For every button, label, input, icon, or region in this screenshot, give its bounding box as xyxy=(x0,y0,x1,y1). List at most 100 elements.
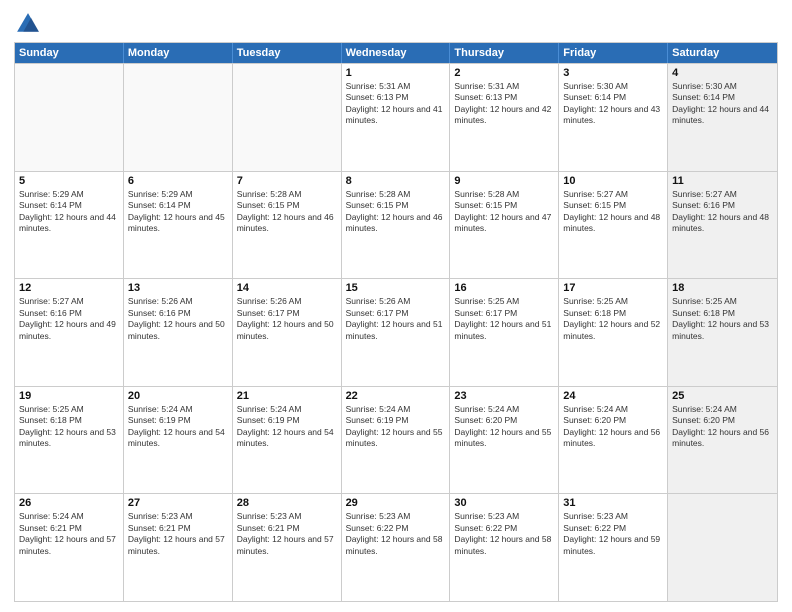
cal-cell: 6 Sunrise: 5:29 AMSunset: 6:14 PMDaylight… xyxy=(124,172,233,279)
cal-cell: 8Sunrise: 5:28 AMSunset: 6:15 PMDaylight… xyxy=(342,172,451,279)
day-number: 28 xyxy=(237,497,337,509)
page: SundayMondayTuesdayWednesdayThursdayFrid… xyxy=(0,0,792,612)
day-info: Sunrise: 5:25 AMSunset: 6:17 PMDaylight:… xyxy=(454,296,554,342)
calendar: SundayMondayTuesdayWednesdayThursdayFrid… xyxy=(14,42,778,602)
logo xyxy=(14,10,46,38)
cal-cell: 3 Sunrise: 5:30 AMSunset: 6:14 PMDaylight… xyxy=(559,64,668,171)
day-number: 15 xyxy=(346,282,446,294)
day-number: 13 xyxy=(128,282,228,294)
cal-cell: 23 Sunrise: 5:24 AMSunset: 6:20 PMDayligh… xyxy=(450,387,559,494)
cal-header-day: Sunday xyxy=(15,43,124,63)
cal-cell: 13Sunrise: 5:26 AMSunset: 6:16 PMDayligh… xyxy=(124,279,233,386)
cal-cell: 27 Sunrise: 5:23 AMSunset: 6:21 PMDayligh… xyxy=(124,494,233,601)
cal-header-day: Saturday xyxy=(668,43,777,63)
cal-cell xyxy=(15,64,124,171)
cal-cell: 5Sunrise: 5:29 AMSunset: 6:14 PMDaylight… xyxy=(15,172,124,279)
cal-cell: 30Sunrise: 5:23 AMSunset: 6:22 PMDayligh… xyxy=(450,494,559,601)
day-info: Sunrise: 5:25 AMSunset: 6:18 PMDaylight:… xyxy=(563,296,663,342)
cal-cell: 21 Sunrise: 5:24 AMSunset: 6:19 PMDayligh… xyxy=(233,387,342,494)
day-info: Sunrise: 5:25 AMSunset: 6:18 PMDaylight:… xyxy=(19,404,119,450)
cal-cell xyxy=(668,494,777,601)
day-info: Sunrise: 5:25 AMSunset: 6:18 PMDaylight:… xyxy=(672,296,773,342)
day-number: 1 xyxy=(346,67,446,79)
day-info: Sunrise: 5:29 AMSunset: 6:14 PMDaylight:… xyxy=(128,189,228,235)
day-number: 3 xyxy=(563,67,663,79)
day-info: Sunrise: 5:24 AMSunset: 6:20 PMDaylight:… xyxy=(563,404,663,450)
day-number: 22 xyxy=(346,390,446,402)
cal-cell: 26 Sunrise: 5:24 AMSunset: 6:21 PMDayligh… xyxy=(15,494,124,601)
day-info: Sunrise: 5:30 AMSunset: 6:14 PMDaylight:… xyxy=(672,81,773,127)
cal-week: 5 Sunrise: 5:29 AMSunset: 6:14 PMDaylight… xyxy=(15,171,777,279)
cal-cell: 17Sunrise: 5:25 AMSunset: 6:18 PMDayligh… xyxy=(559,279,668,386)
cal-cell: 9 Sunrise: 5:28 AMSunset: 6:15 PMDaylight… xyxy=(450,172,559,279)
day-number: 2 xyxy=(454,67,554,79)
day-number: 11 xyxy=(672,175,773,187)
cal-header-day: Tuesday xyxy=(233,43,342,63)
cal-week: 1 Sunrise: 5:31 AMSunset: 6:13 PMDaylight… xyxy=(15,63,777,171)
header xyxy=(14,10,778,38)
cal-cell: 25 Sunrise: 5:24 AMSunset: 6:20 PMDayligh… xyxy=(668,387,777,494)
logo-icon xyxy=(14,10,42,38)
day-info: Sunrise: 5:23 AMSunset: 6:22 PMDaylight:… xyxy=(346,511,446,557)
day-number: 23 xyxy=(454,390,554,402)
day-info: Sunrise: 5:31 AMSunset: 6:13 PMDaylight:… xyxy=(346,81,446,127)
cal-header-day: Friday xyxy=(559,43,668,63)
day-number: 9 xyxy=(454,175,554,187)
cal-header-day: Monday xyxy=(124,43,233,63)
cal-cell: 24 Sunrise: 5:24 AMSunset: 6:20 PMDayligh… xyxy=(559,387,668,494)
day-info: Sunrise: 5:24 AMSunset: 6:21 PMDaylight:… xyxy=(19,511,119,557)
day-info: Sunrise: 5:26 AMSunset: 6:17 PMDaylight:… xyxy=(346,296,446,342)
day-number: 4 xyxy=(672,67,773,79)
cal-cell xyxy=(124,64,233,171)
day-info: Sunrise: 5:27 AMSunset: 6:15 PMDaylight:… xyxy=(563,189,663,235)
day-info: Sunrise: 5:30 AMSunset: 6:14 PMDaylight:… xyxy=(563,81,663,127)
cal-week: 26 Sunrise: 5:24 AMSunset: 6:21 PMDayligh… xyxy=(15,493,777,601)
day-info: Sunrise: 5:23 AMSunset: 6:22 PMDaylight:… xyxy=(454,511,554,557)
day-number: 27 xyxy=(128,497,228,509)
day-info: Sunrise: 5:26 AMSunset: 6:17 PMDaylight:… xyxy=(237,296,337,342)
day-info: Sunrise: 5:23 AMSunset: 6:21 PMDaylight:… xyxy=(128,511,228,557)
day-number: 8 xyxy=(346,175,446,187)
day-number: 24 xyxy=(563,390,663,402)
cal-cell: 4 Sunrise: 5:30 AMSunset: 6:14 PMDaylight… xyxy=(668,64,777,171)
cal-week: 19 Sunrise: 5:25 AMSunset: 6:18 PMDayligh… xyxy=(15,386,777,494)
cal-cell: 12 Sunrise: 5:27 AMSunset: 6:16 PMDayligh… xyxy=(15,279,124,386)
day-number: 19 xyxy=(19,390,119,402)
day-number: 26 xyxy=(19,497,119,509)
day-number: 18 xyxy=(672,282,773,294)
day-info: Sunrise: 5:28 AMSunset: 6:15 PMDaylight:… xyxy=(454,189,554,235)
cal-cell: 22 Sunrise: 5:24 AMSunset: 6:19 PMDayligh… xyxy=(342,387,451,494)
cal-week: 12 Sunrise: 5:27 AMSunset: 6:16 PMDayligh… xyxy=(15,278,777,386)
day-number: 14 xyxy=(237,282,337,294)
day-number: 25 xyxy=(672,390,773,402)
cal-cell: 15 Sunrise: 5:26 AMSunset: 6:17 PMDayligh… xyxy=(342,279,451,386)
cal-cell: 1 Sunrise: 5:31 AMSunset: 6:13 PMDaylight… xyxy=(342,64,451,171)
cal-cell: 31Sunrise: 5:23 AMSunset: 6:22 PMDayligh… xyxy=(559,494,668,601)
cal-cell: 18 Sunrise: 5:25 AMSunset: 6:18 PMDayligh… xyxy=(668,279,777,386)
day-info: Sunrise: 5:24 AMSunset: 6:20 PMDaylight:… xyxy=(454,404,554,450)
day-info: Sunrise: 5:24 AMSunset: 6:20 PMDaylight:… xyxy=(672,404,773,450)
day-number: 21 xyxy=(237,390,337,402)
day-info: Sunrise: 5:23 AMSunset: 6:21 PMDaylight:… xyxy=(237,511,337,557)
cal-cell: 7Sunrise: 5:28 AMSunset: 6:15 PMDaylight… xyxy=(233,172,342,279)
day-number: 12 xyxy=(19,282,119,294)
day-info: Sunrise: 5:24 AMSunset: 6:19 PMDaylight:… xyxy=(237,404,337,450)
day-number: 5 xyxy=(19,175,119,187)
day-info: Sunrise: 5:24 AMSunset: 6:19 PMDaylight:… xyxy=(346,404,446,450)
cal-cell: 29Sunrise: 5:23 AMSunset: 6:22 PMDayligh… xyxy=(342,494,451,601)
day-info: Sunrise: 5:28 AMSunset: 6:15 PMDaylight:… xyxy=(237,189,337,235)
day-number: 20 xyxy=(128,390,228,402)
cal-cell: 19 Sunrise: 5:25 AMSunset: 6:18 PMDayligh… xyxy=(15,387,124,494)
calendar-body: 1 Sunrise: 5:31 AMSunset: 6:13 PMDaylight… xyxy=(15,63,777,601)
day-number: 10 xyxy=(563,175,663,187)
cal-cell xyxy=(233,64,342,171)
day-info: Sunrise: 5:23 AMSunset: 6:22 PMDaylight:… xyxy=(563,511,663,557)
cal-header-day: Wednesday xyxy=(342,43,451,63)
day-number: 6 xyxy=(128,175,228,187)
cal-cell: 14 Sunrise: 5:26 AMSunset: 6:17 PMDayligh… xyxy=(233,279,342,386)
day-info: Sunrise: 5:27 AMSunset: 6:16 PMDaylight:… xyxy=(672,189,773,235)
day-info: Sunrise: 5:27 AMSunset: 6:16 PMDaylight:… xyxy=(19,296,119,342)
day-info: Sunrise: 5:31 AMSunset: 6:13 PMDaylight:… xyxy=(454,81,554,127)
cal-cell: 20Sunrise: 5:24 AMSunset: 6:19 PMDayligh… xyxy=(124,387,233,494)
cal-cell: 28 Sunrise: 5:23 AMSunset: 6:21 PMDayligh… xyxy=(233,494,342,601)
